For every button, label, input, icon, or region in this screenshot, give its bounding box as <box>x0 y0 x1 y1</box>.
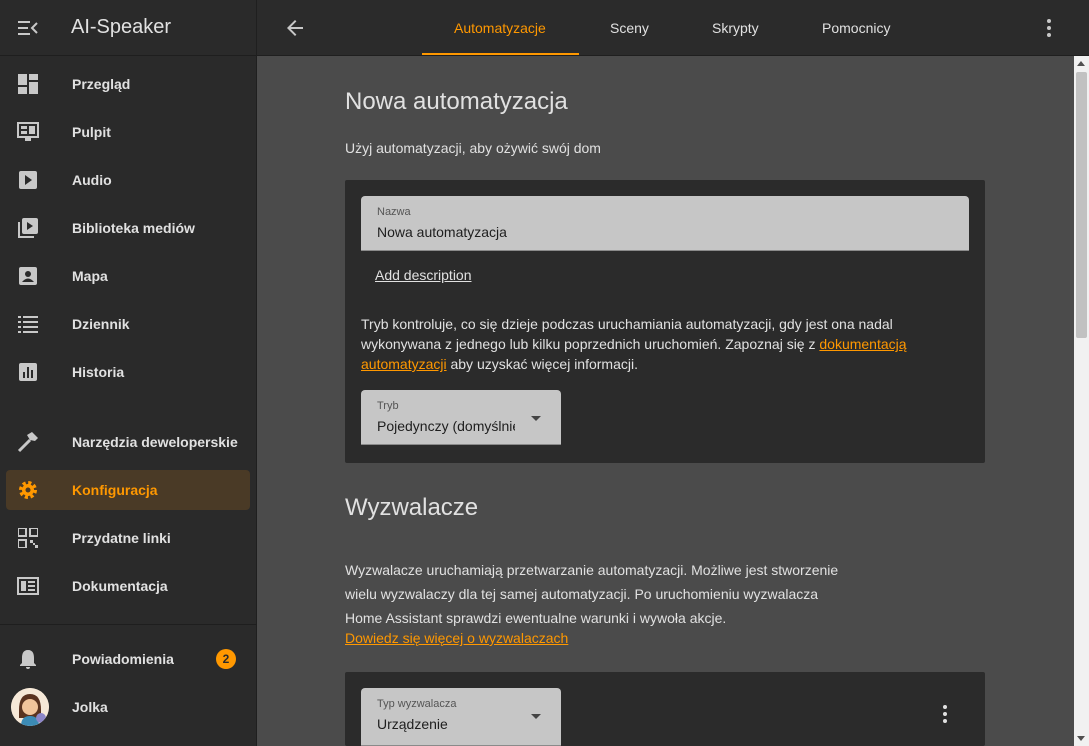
sidebar-item-label: Biblioteka mediów <box>72 220 195 236</box>
triggers-learn-more-link[interactable]: Dowiedz się więcej o wyzwalaczach <box>345 630 568 646</box>
active-tab-indicator <box>422 53 579 55</box>
name-field-label: Nazwa <box>377 206 411 218</box>
mode-description: Tryb kontroluje, co się dzieje podczas u… <box>361 314 941 374</box>
main-content: Nowa automatyzacja Użyj automatyzacji, a… <box>257 56 1074 746</box>
menu-toggle-button[interactable] <box>0 0 56 56</box>
menu-open-icon <box>18 20 38 35</box>
media-library-icon <box>18 218 38 238</box>
trigger-type-value: Urządzenie <box>377 716 448 732</box>
sidebar-item-konfiguracja[interactable]: Konfiguracja <box>6 470 250 510</box>
sidebar-item-historia[interactable]: Historia <box>6 352 250 392</box>
sidebar-item-biblioteka[interactable]: Biblioteka mediów <box>6 208 250 248</box>
mode-text-part2: aby uzyskać więcej informacji. <box>446 356 638 372</box>
sidebar-item-label: Przydatne linki <box>72 530 171 546</box>
top-bar: Automatyzacje Sceny Skrypty Pomocnicy <box>257 0 1089 56</box>
sidebar-divider <box>0 624 257 625</box>
scroll-down-arrow-icon[interactable] <box>1077 736 1085 741</box>
tab-automatyzacje[interactable]: Automatyzacje <box>454 0 546 56</box>
sidebar-item-mapa[interactable]: Mapa <box>6 256 250 296</box>
sidebar-item-label: Audio <box>72 172 112 188</box>
trigger-type-select[interactable]: Typ wyzwalacza Urządzenie <box>361 688 561 746</box>
tab-sceny[interactable]: Sceny <box>610 0 649 56</box>
sidebar-item-label: Dziennik <box>72 316 130 332</box>
automation-settings-card: Nazwa Nowa automatyzacja Add description… <box>345 180 985 463</box>
tab-pomocnicy[interactable]: Pomocnicy <box>822 0 890 56</box>
sidebar-item-label: Przegląd <box>72 76 131 92</box>
format-list-icon <box>18 316 38 333</box>
sidebar-item-pulpit[interactable]: Pulpit <box>6 112 250 152</box>
triggers-description: Wyzwalacze uruchamiają przetwarzanie aut… <box>345 558 865 630</box>
scrollbar[interactable] <box>1074 56 1089 746</box>
mode-select-value: Pojedynczy (domyślnie) <box>377 418 515 434</box>
sidebar-item-dziennik[interactable]: Dziennik <box>6 304 250 344</box>
sidebar-item-narzedzia[interactable]: Narzędzia deweloperskie <box>6 422 250 462</box>
play-box-icon <box>19 171 37 189</box>
sidebar-item-user[interactable]: Jolka <box>6 687 250 727</box>
dropdown-arrow-icon <box>531 714 541 719</box>
page-title: Nowa automatyzacja <box>345 88 568 115</box>
sidebar-item-label: Narzędzia deweloperskie <box>72 434 238 450</box>
trigger-card: Typ wyzwalacza Urządzenie <box>345 672 985 746</box>
arrow-left-icon <box>287 20 303 36</box>
name-field[interactable]: Nazwa Nowa automatyzacja <box>361 196 969 251</box>
triggers-heading: Wyzwalacze <box>345 494 479 521</box>
avatar <box>10 688 49 726</box>
monitor-dashboard-icon <box>17 122 39 141</box>
back-button[interactable] <box>283 16 307 40</box>
scroll-up-arrow-icon[interactable] <box>1077 61 1085 66</box>
dashboard-icon <box>18 74 38 94</box>
sidebar-item-linki[interactable]: Przydatne linki <box>6 518 250 558</box>
trigger-type-label: Typ wyzwalacza <box>377 698 457 710</box>
book-icon <box>17 577 39 595</box>
dropdown-arrow-icon <box>531 416 541 421</box>
sidebar-item-label: Pulpit <box>72 124 111 140</box>
sidebar-item-audio[interactable]: Audio <box>6 160 250 200</box>
cog-icon <box>19 481 37 499</box>
page-subtitle: Użyj automatyzacji, aby ożywić swój dom <box>345 140 601 156</box>
add-description-link[interactable]: Add description <box>375 267 472 283</box>
bell-icon <box>20 650 36 669</box>
chart-box-icon <box>19 363 37 381</box>
triggers-desc-line: Wyzwalacze uruchamiają przetwarzanie aut… <box>345 562 839 578</box>
overflow-menu-button[interactable] <box>1039 16 1059 40</box>
sidebar-item-label: Historia <box>72 364 125 380</box>
dots-vertical-icon <box>943 705 947 723</box>
sidebar-item-label: Powiadomienia <box>72 651 174 667</box>
sidebar-item-label: Dokumentacja <box>72 578 168 594</box>
qrcode-icon <box>18 528 38 548</box>
sidebar: AI-Speaker Przegląd Pulpit Audio Bibliot… <box>0 0 257 746</box>
hammer-icon <box>17 432 38 453</box>
triggers-desc-line: wielu wyzwalaczy dla tej samej automatyz… <box>345 586 819 602</box>
trigger-menu-button[interactable] <box>935 702 955 726</box>
sidebar-item-przeglad[interactable]: Przegląd <box>6 64 250 104</box>
account-box-icon <box>19 267 37 285</box>
mode-select[interactable]: Tryb Pojedynczy (domyślnie) <box>361 390 561 445</box>
app-title: AI-Speaker <box>71 16 172 38</box>
user-name: Jolka <box>72 699 108 715</box>
sidebar-item-label: Konfiguracja <box>72 482 158 498</box>
scrollbar-thumb[interactable] <box>1076 72 1087 338</box>
tab-skrypty[interactable]: Skrypty <box>712 0 759 56</box>
dots-vertical-icon <box>1047 19 1051 37</box>
sidebar-header: AI-Speaker <box>0 0 256 56</box>
notification-count-badge: 2 <box>216 649 236 669</box>
sidebar-item-powiadomienia[interactable]: Powiadomienia 2 <box>6 639 250 679</box>
triggers-desc-line: Home Assistant sprawdzi ewentualne warun… <box>345 610 727 626</box>
mode-select-label: Tryb <box>377 400 399 412</box>
mode-text-part1: Tryb kontroluje, co się dzieje podczas u… <box>361 316 893 352</box>
name-field-value: Nowa automatyzacja <box>377 224 507 240</box>
user-avatar-icon <box>10 688 49 726</box>
sidebar-item-dokumentacja[interactable]: Dokumentacja <box>6 566 250 606</box>
sidebar-item-label: Mapa <box>72 268 108 284</box>
